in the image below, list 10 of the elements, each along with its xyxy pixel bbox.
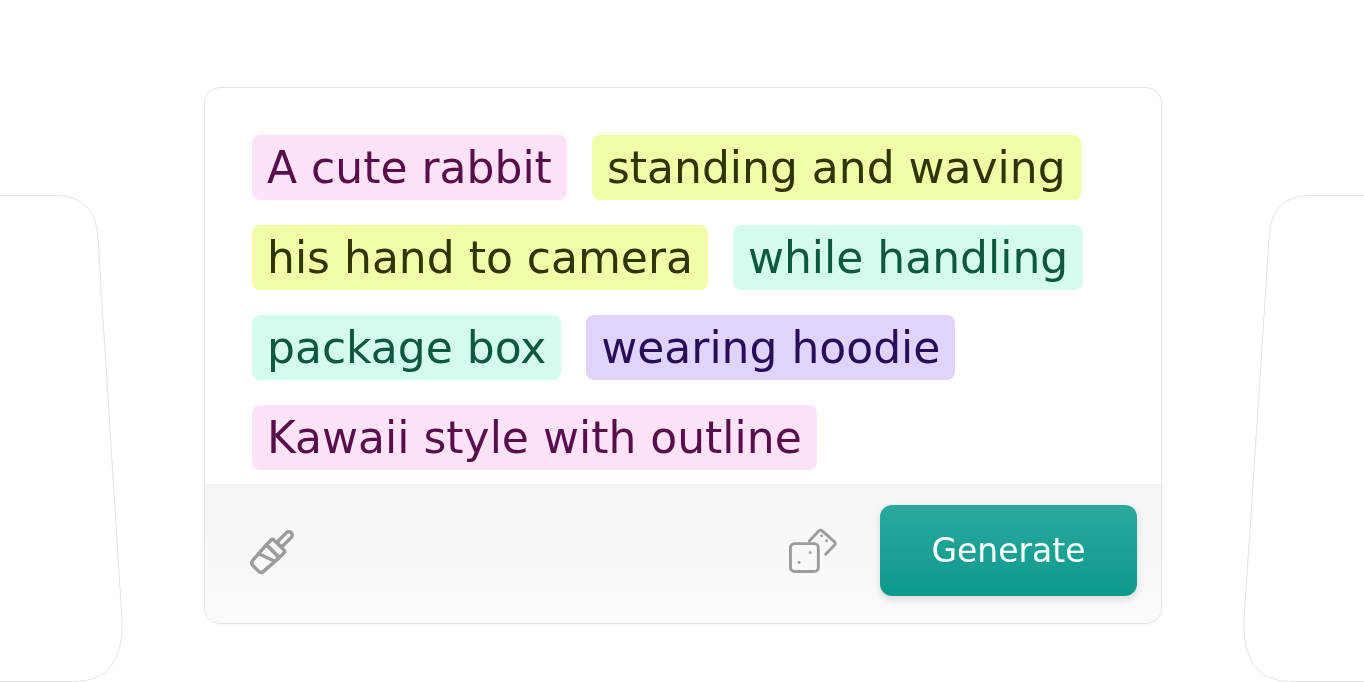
prompt-tag: standing and waving — [591, 135, 1081, 200]
prompt-tag: package box — [252, 315, 562, 380]
prompt-tag: his hand to camera — [252, 225, 708, 290]
prompt-tag: A cute rabbit — [252, 135, 567, 200]
prompt-tag: Kawaii style with outline — [252, 405, 817, 470]
dice-icon — [789, 526, 837, 575]
prompt-tag: while handling — [733, 225, 1084, 290]
generate-button[interactable]: Generate — [880, 505, 1137, 596]
dice-button[interactable] — [789, 526, 837, 575]
prompt-tag: wearing hoodie — [586, 315, 956, 380]
